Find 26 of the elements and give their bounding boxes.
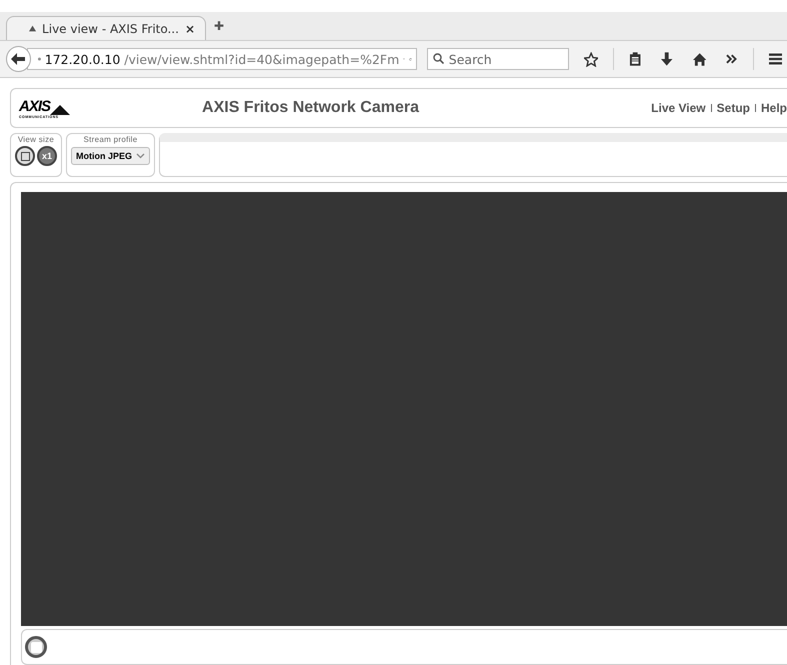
back-button[interactable] [6,46,31,72]
close-icon[interactable]: × [184,22,195,36]
search-icon [432,53,444,64]
fit-view-button[interactable] [15,146,35,166]
stream-profile-select[interactable]: Motion JPEG [71,147,150,165]
search-field[interactable]: Search [426,48,569,70]
browser-tab[interactable]: Live view - AXIS Frito... × [6,16,206,40]
back-arrow-icon [11,53,26,65]
home-icon[interactable] [692,52,706,66]
menu-icon[interactable] [768,53,782,65]
download-icon[interactable] [661,52,673,66]
panel-label: View size [18,135,54,144]
chevron-icon [136,153,145,159]
page-title: AXIS Fritos Network Camera [202,99,419,117]
nav-link[interactable]: Setup [716,101,750,115]
nav-link[interactable]: Help [760,101,787,115]
panel-label: Stream profile [84,135,138,144]
triangle-icon [29,24,36,33]
overflow-icon[interactable] [726,54,738,64]
new-tab-button[interactable]: ✚ [214,19,224,33]
nav-link[interactable]: Live View [651,101,706,115]
stop-button[interactable] [25,636,47,658]
zoom-button[interactable]: x1 [37,146,57,166]
address-bar[interactable]: 172.20.0.10 /view/view.shtml?id=40&imagepath=%2Fm [26,48,417,70]
star-icon[interactable] [584,52,598,66]
clipboard-icon[interactable] [629,52,642,66]
